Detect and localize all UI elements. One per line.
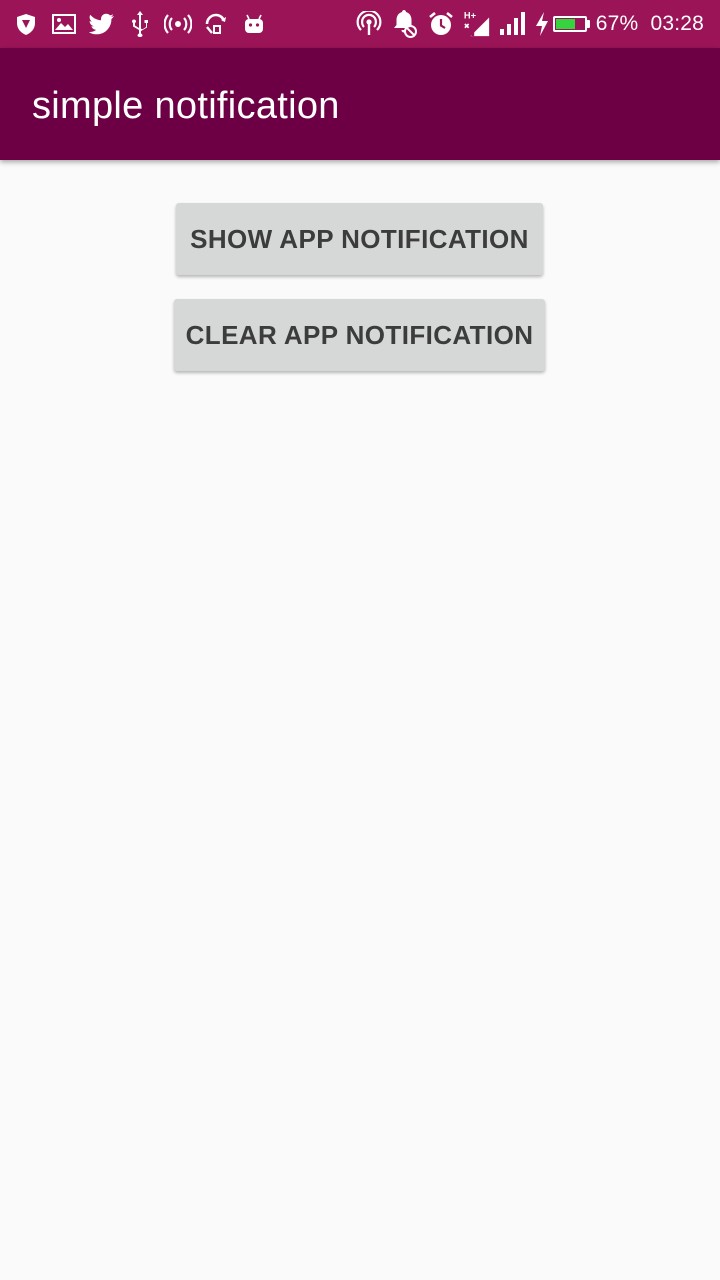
status-bar-left [12,0,278,48]
clear-app-notification-button[interactable]: CLEAR APP NOTIFICATION [174,299,545,371]
status-bar-right: H+ 67% 03:28 [355,0,704,48]
battery-level-fill [555,19,575,29]
sync-icon [202,10,230,38]
hotspot-icon [164,10,192,38]
status-bar: H+ 67% 03:28 [0,0,720,48]
notifications-off-icon [391,10,419,38]
battery-percentage: 67% [595,12,639,35]
charging-icon [535,10,549,38]
app-bar: simple notification [0,48,720,160]
shield-icon [12,10,40,38]
usb-icon [126,10,154,38]
battery-icon [552,16,590,32]
image-icon [50,10,78,38]
app-title: simple notification [32,85,340,127]
status-time: 03:28 [650,12,704,35]
main-content: SHOW APP NOTIFICATION CLEAR APP NOTIFICA… [0,160,720,1280]
battery-body [552,16,587,32]
hplus-signal-icon: H+ [463,10,491,38]
twitter-icon [88,10,116,38]
signal-icon [499,10,527,38]
battery-cap [586,20,590,28]
nfc-icon [355,10,383,38]
android-icon [240,10,268,38]
svg-text:H+: H+ [464,10,477,20]
show-app-notification-button[interactable]: SHOW APP NOTIFICATION [176,203,543,275]
alarm-icon [427,10,455,38]
